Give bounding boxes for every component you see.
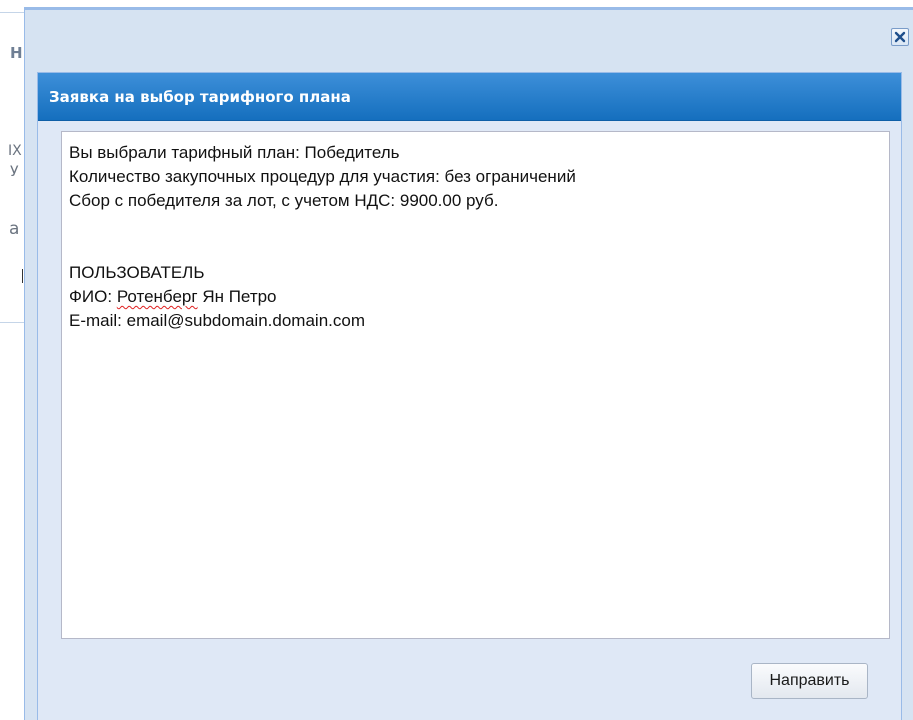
fio-surname: Ротенберг: [116, 287, 198, 306]
background-text: Н: [10, 44, 23, 62]
plan-line: Вы выбрали тарифный план: Победитель: [69, 143, 400, 162]
background-text: ІХ: [8, 143, 22, 159]
close-button[interactable]: [891, 28, 909, 46]
background-text: У: [10, 164, 19, 180]
user-heading: ПОЛЬЗОВАТЕЛЬ: [69, 263, 205, 282]
procedures-line: Количество закупочных процедур для участ…: [69, 167, 576, 186]
tariff-request-panel: Заявка на выбор тарифного плана Вы выбра…: [37, 72, 902, 720]
fee-line: Сбор с победителя за лот, с учетом НДС: …: [69, 191, 499, 210]
background-dash: [22, 269, 23, 283]
fio-line: ФИО: Ротенберг Ян Петро: [69, 285, 882, 309]
fio-prefix: ФИО:: [69, 287, 117, 306]
panel-title: Заявка на выбор тарифного плана: [38, 73, 901, 121]
close-icon: [894, 31, 906, 43]
background-text: а: [9, 219, 20, 239]
request-text-area[interactable]: Вы выбрали тарифный план: Победитель Кол…: [61, 131, 890, 639]
modal-window: Заявка на выбор тарифного плана Вы выбра…: [24, 7, 913, 720]
submit-button[interactable]: Направить: [751, 663, 868, 699]
fio-rest: Ян Петро: [197, 287, 277, 306]
email-line: E-mail: email@subdomain.domain.com: [69, 311, 365, 330]
screen: Н ІХ У а Заявка на выбор тарифного плана…: [0, 0, 913, 720]
